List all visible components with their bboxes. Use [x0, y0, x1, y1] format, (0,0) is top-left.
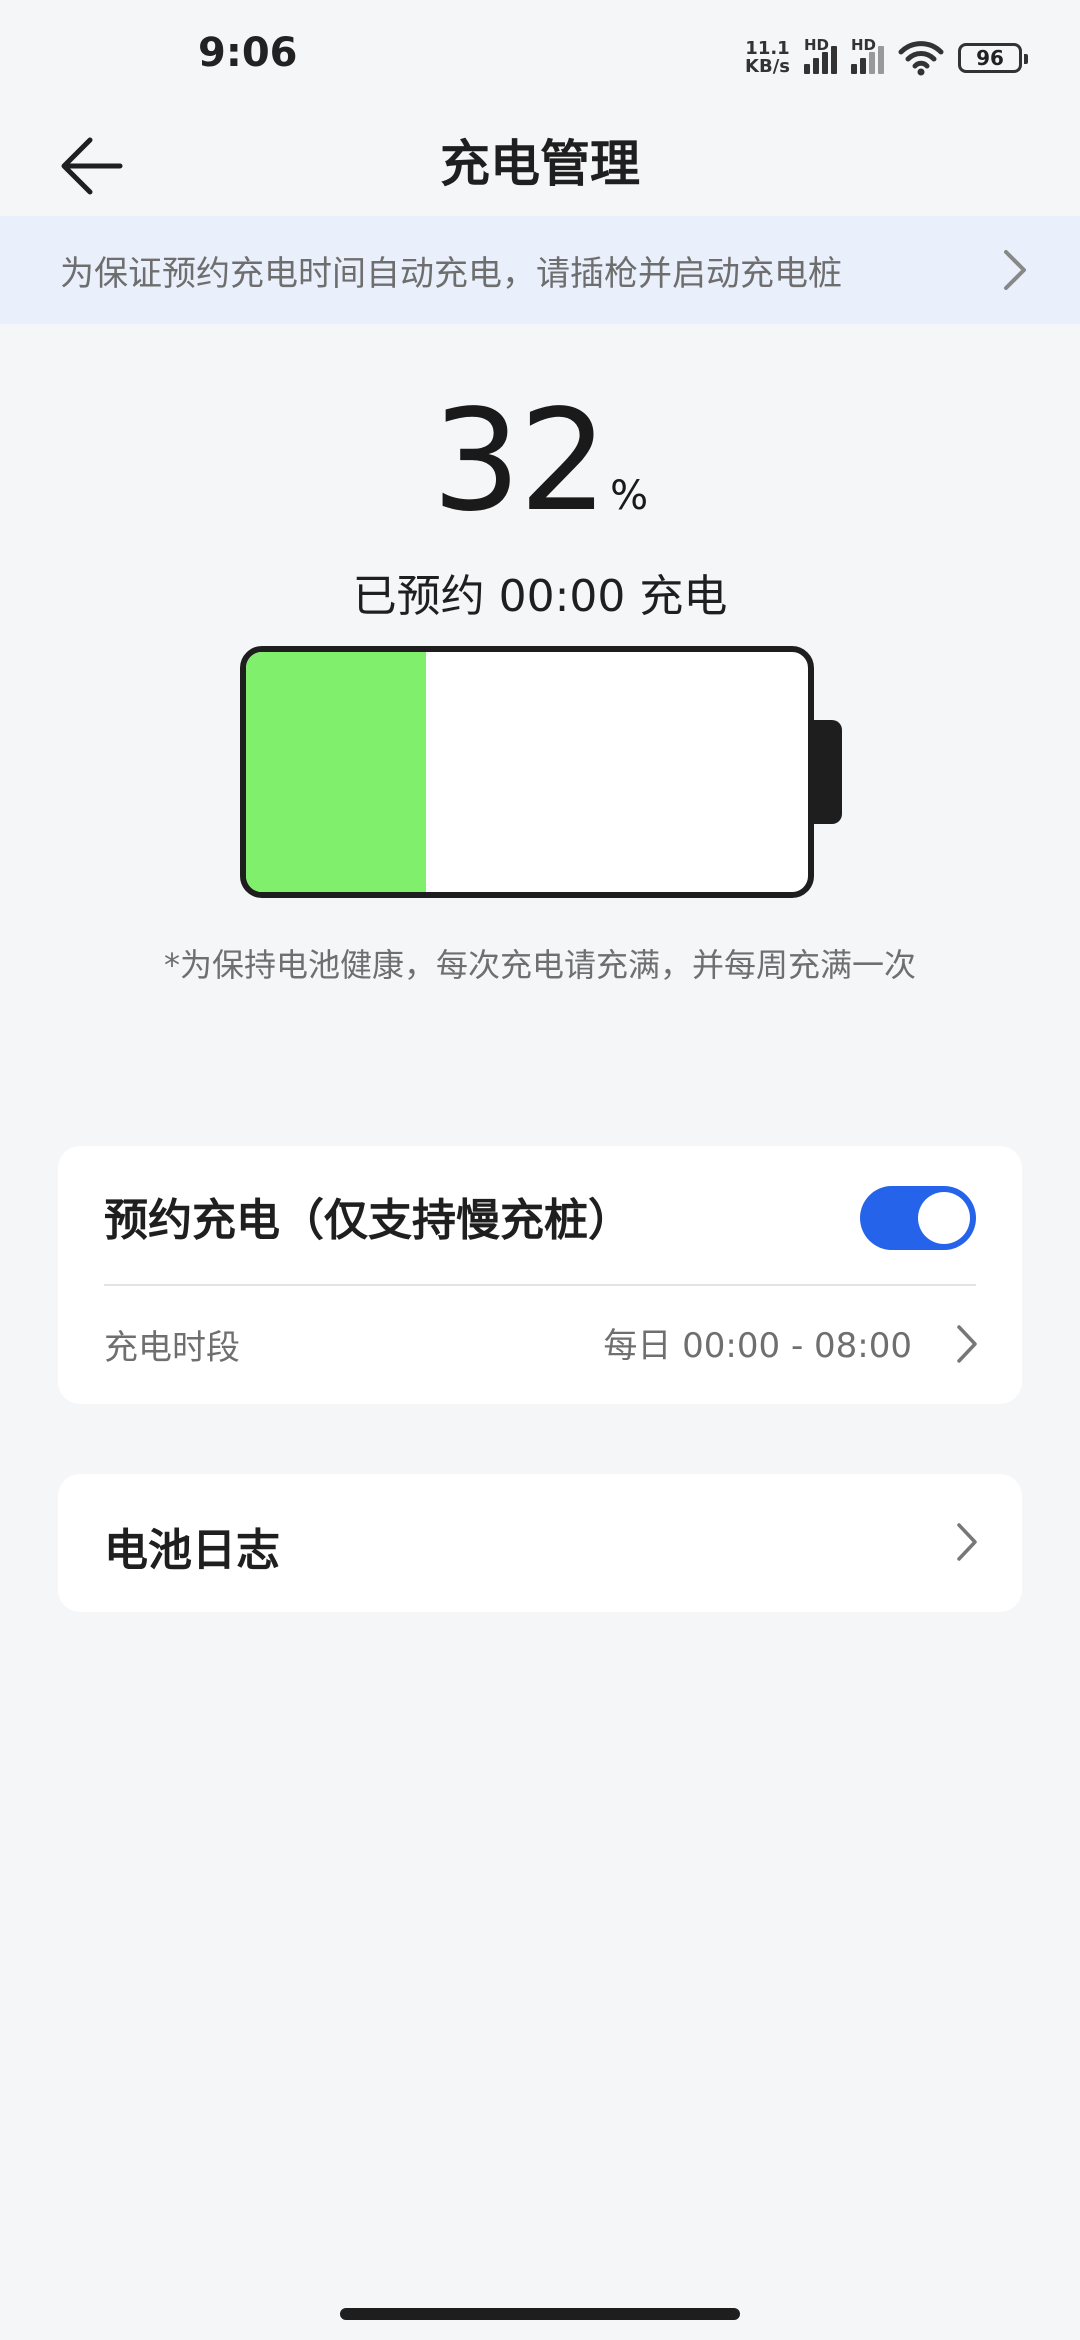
- battery-level-text: 96: [976, 46, 1004, 70]
- battery-log-row[interactable]: 电池日志: [58, 1474, 1022, 1612]
- battery-percent-value: 32: [431, 380, 608, 543]
- status-icons: 11.1 KB/s HD HD 96: [745, 36, 1028, 80]
- sim1-hd-label: HD: [804, 36, 830, 54]
- network-speed-unit: KB/s: [745, 56, 790, 77]
- home-indicator[interactable]: [340, 2308, 740, 2320]
- scheduled-charging-title: 预约充电（仅支持慢充桩）: [104, 1195, 632, 1246]
- scheduled-charging-card: 预约充电（仅支持慢充桩） 充电时段 每日 00:00 - 08:00: [58, 1146, 1022, 1404]
- chevron-right-icon: [957, 1325, 977, 1363]
- battery-graphic: [240, 646, 814, 898]
- battery-fill-level: [246, 652, 426, 892]
- header: 充电管理: [0, 110, 1080, 210]
- charging-period-row[interactable]: 充电时段 每日 00:00 - 08:00: [58, 1286, 1022, 1404]
- signal-icon: HD: [851, 36, 884, 74]
- scheduled-charging-toggle[interactable]: [860, 1186, 976, 1250]
- battery-health-tip: *为保持电池健康，每次充电请充满，并每周充满一次: [163, 946, 916, 984]
- status-bar: 9:06 11.1 KB/s HD HD 96: [0, 0, 1080, 110]
- battery-log-title: 电池日志: [104, 1525, 280, 1576]
- charging-period-label: 充电时段: [104, 1328, 240, 1368]
- chevron-right-icon: [957, 1523, 977, 1561]
- scheduled-charge-text: 已预约 00:00 充电: [352, 571, 728, 622]
- page-title: 充电管理: [440, 135, 640, 193]
- charging-period-value: 每日 00:00 - 08:00: [603, 1326, 912, 1366]
- battery-icon: 96: [958, 43, 1028, 73]
- wifi-icon: [898, 40, 944, 76]
- status-time: 9:06: [198, 30, 298, 76]
- battery-percentage: 32%: [0, 380, 1080, 543]
- charging-management-screen: 9:06 11.1 KB/s HD HD 96 充电管理 为保证预约充电时间自动…: [0, 0, 1080, 2340]
- network-speed: 11.1 KB/s: [745, 40, 790, 76]
- signal-icon: HD: [804, 36, 837, 74]
- charging-notice-banner[interactable]: 为保证预约充电时间自动充电，请插枪并启动充电桩: [0, 216, 1080, 324]
- notice-text: 为保证预约充电时间自动充电，请插枪并启动充电桩: [60, 253, 842, 294]
- battery-terminal: [814, 720, 842, 824]
- percent-sign: %: [610, 473, 649, 519]
- chevron-right-icon: [1004, 250, 1026, 290]
- sim2-hd-label: HD: [851, 36, 877, 54]
- toggle-knob: [918, 1192, 970, 1244]
